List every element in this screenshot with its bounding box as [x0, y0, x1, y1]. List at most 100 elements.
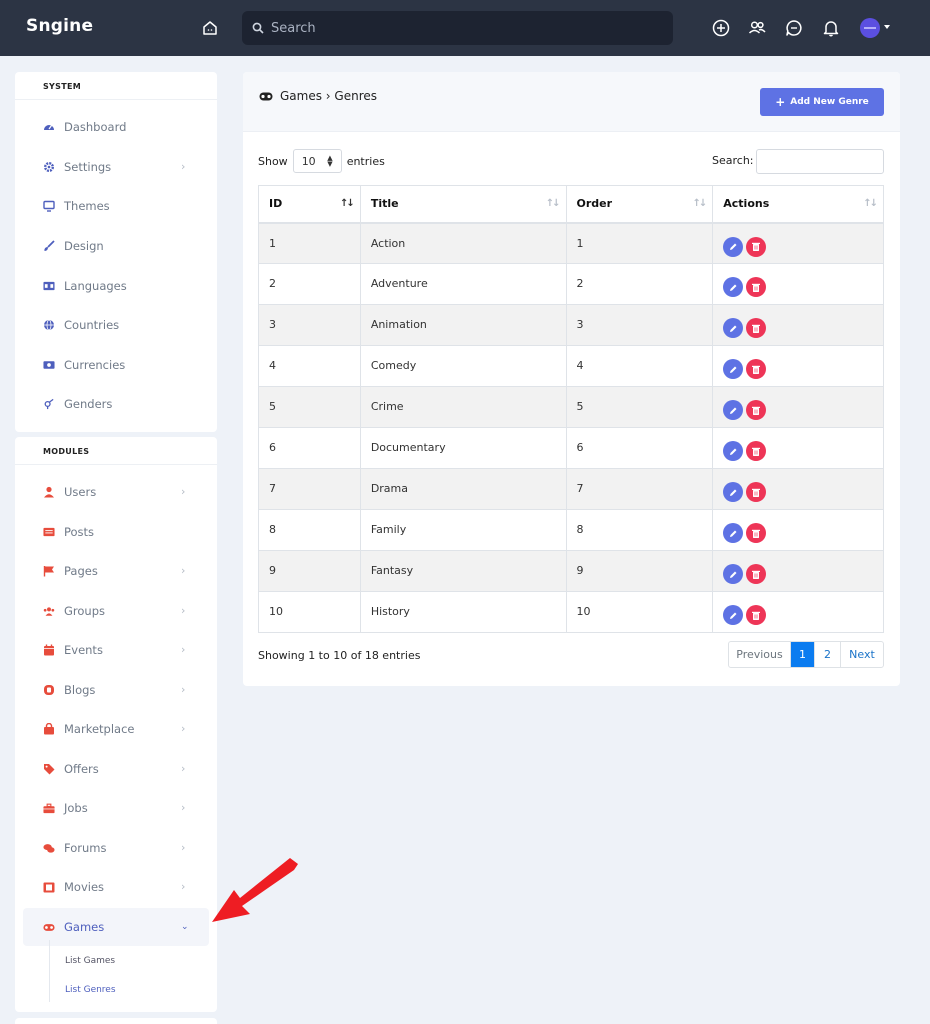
pagination-previous[interactable]: Previous [729, 642, 791, 667]
edit-button[interactable] [723, 441, 744, 461]
pencil-icon [729, 570, 738, 579]
delete-button[interactable] [746, 277, 767, 297]
sidebar-item-groups[interactable]: Groups › [23, 592, 209, 630]
sidebar-item-blogs[interactable]: Blogs › [23, 671, 209, 709]
user-avatar[interactable] [860, 18, 880, 38]
edit-button[interactable] [723, 482, 744, 502]
page-title: Games › Genres [280, 89, 377, 103]
notifications-bell-icon[interactable] [820, 17, 842, 39]
sidebar-item-design[interactable]: Design [23, 227, 209, 265]
column-header-order[interactable]: Order ↑↓ [565, 185, 714, 224]
sidebar-item-pages[interactable]: Pages › [23, 552, 209, 590]
sidebar-modules-card: MODULES Users › Posts Pages › Groups › E… [15, 437, 217, 1012]
submenu-item-list-games[interactable]: List Games [65, 956, 115, 966]
language-icon [43, 280, 55, 292]
edit-button[interactable] [723, 277, 744, 297]
friends-icon[interactable] [746, 17, 768, 39]
pencil-icon [729, 488, 738, 497]
edit-button[interactable] [723, 605, 744, 625]
sidebar-item-languages[interactable]: Languages [23, 267, 209, 305]
sidebar-item-forums[interactable]: Forums › [23, 829, 209, 867]
sidebar-item-themes[interactable]: Themes [23, 187, 209, 225]
column-header-id[interactable]: ID ↑↓ [258, 185, 361, 224]
cell-id: 5 [258, 386, 361, 428]
sidebar-item-users[interactable]: Users › [23, 473, 209, 511]
delete-button[interactable] [746, 318, 767, 338]
pagination-page-2[interactable]: 2 [815, 642, 841, 667]
page-length-select[interactable]: 10 ▲ ▼ [292, 149, 342, 173]
brush-icon [43, 240, 55, 252]
cell-title: Fantasy [359, 550, 567, 592]
sidebar-item-marketplace[interactable]: Marketplace › [23, 710, 209, 748]
search-input[interactable] [271, 20, 651, 36]
chevron-right-icon: › [181, 880, 186, 893]
sort-icon: ↑↓ [545, 198, 561, 209]
edit-button[interactable] [723, 400, 744, 420]
sidebar-item-label: Languages [64, 279, 127, 293]
brand-logo[interactable]: Sngine [26, 16, 93, 36]
table-search-input[interactable] [756, 149, 884, 174]
global-search[interactable] [242, 11, 673, 45]
sidebar-item-dashboard[interactable]: Dashboard [23, 108, 209, 146]
delete-button[interactable] [746, 523, 767, 543]
delete-button[interactable] [746, 441, 767, 461]
edit-button[interactable] [723, 564, 744, 584]
pencil-icon [729, 529, 738, 538]
add-new-genre-button[interactable]: + Add New Genre [760, 88, 884, 116]
cell-id: 1 [258, 222, 361, 264]
sidebar-item-countries[interactable]: Countries [23, 306, 209, 344]
table-row: 6 Documentary 6 [258, 427, 884, 469]
cell-actions [712, 222, 884, 264]
sidebar-section-title: MODULES [15, 437, 217, 465]
delete-button[interactable] [746, 564, 767, 584]
sidebar-item-events[interactable]: Events › [23, 631, 209, 669]
pagination-page-1[interactable]: 1 [791, 642, 815, 667]
pencil-icon [729, 611, 738, 620]
sidebar-item-genders[interactable]: Genders [23, 385, 209, 423]
edit-button[interactable] [723, 236, 744, 257]
column-header-title[interactable]: Title ↑↓ [359, 185, 567, 224]
pagination-next[interactable]: Next [841, 642, 883, 667]
add-icon[interactable] [710, 17, 732, 39]
edit-button[interactable] [723, 318, 744, 338]
sidebar-item-settings[interactable]: Settings › [23, 148, 209, 186]
top-navbar: Sngine [0, 0, 930, 56]
sidebar-item-label: Groups [64, 604, 106, 618]
sidebar-item-movies[interactable]: Movies › [23, 868, 209, 906]
cell-title: Animation [359, 304, 567, 346]
messages-icon[interactable] [783, 17, 805, 39]
comments-icon [43, 842, 55, 854]
gamepad-icon [259, 92, 273, 101]
genres-table: ID ↑↓ Title ↑↓ Order ↑↓ Actions ↑↓ 1 Action 1 2… [258, 185, 884, 633]
delete-button[interactable] [746, 236, 767, 257]
delete-button[interactable] [746, 400, 767, 420]
sidebar-item-posts[interactable]: Posts [23, 513, 209, 551]
chevron-right-icon: › [181, 160, 186, 173]
chevron-down-icon[interactable] [884, 25, 890, 29]
add-button-label: Add New Genre [790, 97, 869, 107]
trash-icon [752, 611, 761, 620]
briefcase-icon [43, 802, 55, 814]
cell-title: Family [359, 509, 567, 551]
edit-button[interactable] [723, 523, 744, 543]
sidebar-item-games[interactable]: Games ⌄ [23, 908, 209, 946]
edit-button[interactable] [723, 359, 744, 379]
cell-order: 6 [565, 427, 714, 469]
column-header-actions[interactable]: Actions ↑↓ [712, 185, 884, 224]
search-icon [252, 22, 264, 34]
delete-button[interactable] [746, 605, 767, 625]
sidebar-item-currencies[interactable]: Currencies [23, 346, 209, 384]
sidebar-item-label: Posts [64, 525, 95, 539]
cell-actions [712, 304, 884, 346]
trash-icon [752, 324, 761, 333]
delete-button[interactable] [746, 482, 767, 502]
submenu-item-list-genres[interactable]: List Genres [65, 985, 116, 995]
delete-button[interactable] [746, 359, 767, 379]
cell-order: 4 [565, 345, 714, 387]
sidebar-item-jobs[interactable]: Jobs › [23, 789, 209, 827]
entries-label: entries [346, 154, 385, 168]
home-icon[interactable] [200, 18, 220, 38]
trash-icon [752, 570, 761, 579]
sidebar-item-offers[interactable]: Offers › [23, 750, 209, 788]
sidebar-item-label: Movies [64, 880, 105, 894]
